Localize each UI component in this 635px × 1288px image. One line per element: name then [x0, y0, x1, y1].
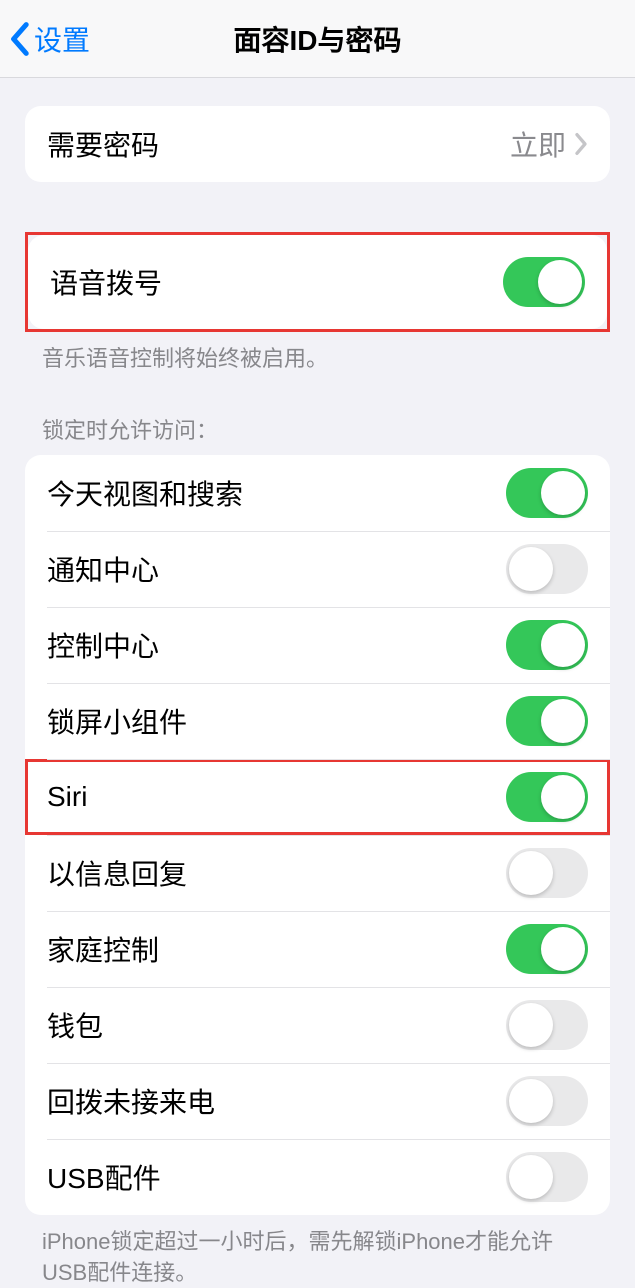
lock-access-label: 锁屏小组件: [47, 701, 187, 741]
lock-access-toggle--[interactable]: [506, 544, 588, 594]
lock-access-toggle--[interactable]: [506, 620, 588, 670]
lock-access-label: 今天视图和搜索: [47, 473, 243, 513]
lock-access-toggle--[interactable]: [506, 468, 588, 518]
voice-dial-highlight: 语音拨号: [25, 232, 610, 332]
chevron-right-icon: [574, 132, 588, 156]
page-title: 面容ID与密码: [0, 19, 635, 59]
toggle-knob: [509, 851, 553, 895]
lock-access-label: Siri: [47, 781, 87, 813]
voice-dial-toggle[interactable]: [503, 257, 585, 307]
lock-access-list: 今天视图和搜索通知中心控制中心锁屏小组件 Siri 以信息回复家庭控制钱包回拨未接来…: [25, 455, 610, 1215]
lock-access-toggle--[interactable]: [506, 696, 588, 746]
content: 需要密码 立即 语音拨号 音乐语音控制将始终被启用。 锁定时允许访问： 今天视图…: [0, 106, 635, 1288]
lock-access-label: 控制中心: [47, 625, 159, 665]
lock-access-footer: iPhone锁定超过一小时后，需先解锁iPhone才能允许USB配件连接。: [0, 1215, 635, 1288]
lock-access-row--: 回拨未接来电: [25, 1063, 610, 1139]
lock-access-row--: 钱包: [25, 987, 610, 1063]
toggle-knob: [509, 1155, 553, 1199]
lock-access-row--: 通知中心: [25, 531, 610, 607]
voice-dial-row: 语音拨号: [28, 235, 607, 329]
lock-access-toggle--[interactable]: [506, 1076, 588, 1126]
lock-access-row--: 家庭控制: [25, 911, 610, 987]
lock-access-row--: 以信息回复: [25, 835, 610, 911]
toggle-knob: [541, 927, 585, 971]
toggle-knob: [541, 775, 585, 819]
back-button[interactable]: 设置: [0, 19, 90, 59]
lock-access-toggle--[interactable]: [506, 1000, 588, 1050]
lock-access-toggle-usb-[interactable]: [506, 1152, 588, 1202]
lock-access-header: 锁定时允许访问：: [0, 413, 635, 455]
lock-access-label: 家庭控制: [47, 929, 159, 969]
lock-access-row--: 今天视图和搜索: [25, 455, 610, 531]
voice-dial-footer: 音乐语音控制将始终被启用。: [0, 332, 635, 375]
toggle-knob: [509, 547, 553, 591]
require-passcode-label: 需要密码: [47, 124, 159, 164]
toggle-knob: [541, 471, 585, 515]
toggle-knob: [541, 623, 585, 667]
lock-access-toggle--[interactable]: [506, 848, 588, 898]
lock-access-label: 钱包: [47, 1005, 103, 1045]
voice-dial-label: 语音拨号: [50, 262, 162, 302]
nav-bar: 设置 面容ID与密码: [0, 0, 635, 78]
back-label: 设置: [34, 19, 90, 59]
lock-access-row-usb-: USB配件: [25, 1139, 610, 1215]
lock-access-row--: 锁屏小组件: [25, 683, 610, 759]
lock-access-label: 通知中心: [47, 549, 159, 589]
toggle-knob: [509, 1003, 553, 1047]
lock-access-label: 以信息回复: [47, 853, 187, 893]
lock-access-toggle-siri[interactable]: [506, 772, 588, 822]
lock-access-row-siri: Siri: [25, 759, 610, 835]
toggle-knob: [538, 260, 582, 304]
chevron-left-icon: [8, 21, 30, 57]
toggle-knob: [509, 1079, 553, 1123]
lock-access-label: 回拨未接来电: [47, 1081, 215, 1121]
toggle-knob: [541, 699, 585, 743]
lock-access-toggle--[interactable]: [506, 924, 588, 974]
require-passcode-row[interactable]: 需要密码 立即: [25, 106, 610, 182]
lock-access-row--: 控制中心: [25, 607, 610, 683]
require-passcode-value: 立即: [510, 124, 566, 164]
lock-access-label: USB配件: [47, 1157, 161, 1197]
